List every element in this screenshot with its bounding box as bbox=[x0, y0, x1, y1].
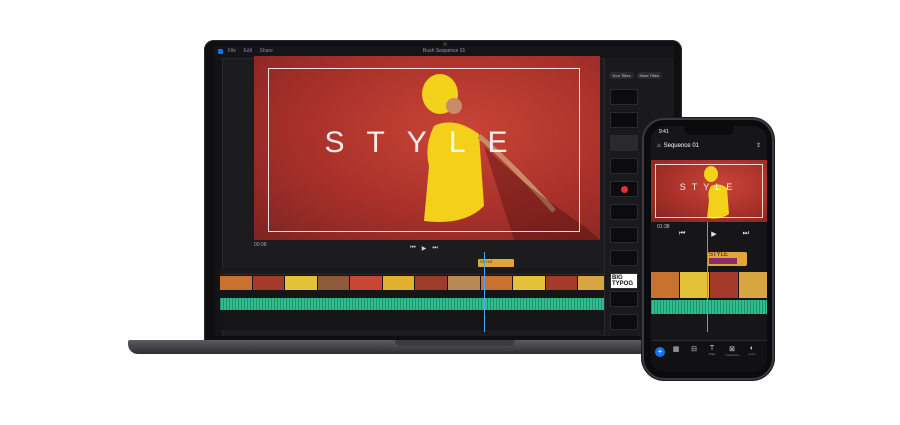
phone-audio-track[interactable] bbox=[651, 300, 767, 314]
video-preview[interactable]: STYLE bbox=[254, 56, 600, 240]
more-titles-button[interactable]: More Titles bbox=[636, 72, 663, 79]
phone-playhead[interactable] bbox=[707, 222, 708, 332]
title-thumbnail[interactable] bbox=[610, 112, 638, 128]
preview-title: STYLE bbox=[324, 126, 530, 159]
skip-forward-icon[interactable]: ⏭ bbox=[743, 230, 749, 238]
home-icon[interactable]: ⌂ bbox=[657, 143, 661, 149]
video-clip[interactable] bbox=[382, 276, 415, 290]
tool-split[interactable]: ⊟ bbox=[687, 345, 701, 353]
video-clip[interactable] bbox=[285, 276, 317, 290]
phone-title-clip[interactable]: STYLE bbox=[707, 252, 747, 266]
titles-icon: T bbox=[709, 345, 715, 352]
audio-waveform bbox=[651, 300, 767, 314]
video-clip[interactable] bbox=[252, 276, 285, 290]
video-clip[interactable] bbox=[513, 276, 545, 290]
video-clip[interactable] bbox=[738, 272, 767, 298]
split-icon: ⊟ bbox=[691, 346, 697, 353]
video-clip[interactable] bbox=[317, 276, 350, 290]
video-track[interactable] bbox=[220, 276, 610, 290]
video-clip[interactable] bbox=[651, 272, 680, 298]
share-icon[interactable]: ⇪ bbox=[756, 142, 761, 149]
tool-color-label: Color bbox=[748, 352, 756, 356]
phone-screen: 9:41 ⌂ Sequence 01 ⇪ STYLE 01:38 ⏮ ▶ ⏭ S… bbox=[651, 126, 767, 372]
audio-track[interactable] bbox=[220, 298, 610, 310]
title-thumbnail[interactable] bbox=[610, 89, 638, 105]
play-icon[interactable]: ▶ bbox=[711, 230, 716, 238]
your-titles-button[interactable]: Your Titles bbox=[609, 72, 634, 79]
laptop-trackpad-notch bbox=[395, 340, 515, 346]
video-clip[interactable] bbox=[415, 276, 448, 290]
title-thumbnail[interactable] bbox=[610, 204, 638, 220]
phone-notch bbox=[684, 126, 734, 135]
add-icon[interactable]: + bbox=[655, 347, 665, 357]
big-typo-thumbnail[interactable]: BIG TYPOG bbox=[610, 273, 638, 289]
title-thumbnail[interactable] bbox=[610, 135, 638, 151]
big-typo-text: BIG TYPOG bbox=[611, 274, 637, 288]
title-clip-body bbox=[709, 258, 737, 264]
title-thumbnail[interactable] bbox=[610, 181, 638, 197]
timeline[interactable]: STYLE bbox=[220, 252, 610, 332]
tool-transitions[interactable]: ⊠ Transitions bbox=[725, 345, 740, 357]
phone-timecode: 01:38 bbox=[657, 224, 670, 230]
sequence-title: Sequence 01 bbox=[663, 142, 699, 149]
title-clip-label: STYLE bbox=[480, 259, 493, 264]
video-clip[interactable] bbox=[709, 272, 738, 298]
tool-transitions-label: Transitions bbox=[725, 353, 740, 357]
tool-titles[interactable]: T Titles bbox=[705, 345, 719, 356]
phone-playback-controls: ⏮ ▶ ⏭ bbox=[679, 230, 749, 238]
audio-waveform bbox=[220, 298, 610, 310]
skip-forward-icon[interactable]: ⏭ bbox=[432, 245, 437, 252]
phone-preview-title: STYLE bbox=[679, 182, 739, 192]
tool-color[interactable]: ◐ Color bbox=[745, 345, 759, 356]
video-clip[interactable] bbox=[545, 276, 578, 290]
play-icon[interactable]: ▶ bbox=[422, 245, 427, 252]
timeline-ruler bbox=[220, 268, 610, 275]
video-clip[interactable] bbox=[680, 272, 709, 298]
phone-video-track[interactable] bbox=[651, 272, 767, 298]
phone-video-preview[interactable]: STYLE bbox=[651, 160, 767, 222]
video-clip[interactable] bbox=[350, 276, 382, 290]
video-clip[interactable] bbox=[448, 276, 480, 290]
skip-back-icon[interactable]: ⏮ bbox=[410, 245, 415, 252]
media-icon: ▦ bbox=[672, 346, 680, 353]
laptop-screen: File Edit Share Rush Sequence 01 STYLE 0… bbox=[214, 46, 674, 336]
title-thumbnail[interactable] bbox=[610, 158, 638, 174]
sequence-header: ⌂ Sequence 01 ⇪ bbox=[657, 142, 761, 150]
timecode-value: 00:08 bbox=[254, 242, 267, 248]
title-thumbnail[interactable] bbox=[610, 227, 638, 243]
video-clip[interactable] bbox=[220, 276, 252, 290]
title-thumbnail[interactable] bbox=[610, 250, 638, 266]
title-thumbnail[interactable] bbox=[610, 291, 638, 307]
tool-media[interactable]: ▦ bbox=[669, 345, 683, 353]
color-icon: ◐ bbox=[749, 345, 755, 352]
record-icon bbox=[621, 186, 628, 193]
window-title: Rush Sequence 01 bbox=[422, 48, 466, 54]
tool-titles-label: Titles bbox=[708, 352, 716, 356]
title-thumbnail[interactable] bbox=[610, 314, 638, 330]
video-clip[interactable] bbox=[480, 276, 513, 290]
phone-toolbar: + ▦ ⊟ T Titles ⊠ Transitions ◐ Color bbox=[651, 340, 767, 372]
skip-back-icon[interactable]: ⏮ bbox=[679, 230, 685, 238]
transitions-icon: ⊠ bbox=[729, 346, 735, 353]
playhead[interactable] bbox=[484, 252, 485, 332]
status-time: 9:41 bbox=[659, 129, 669, 135]
playback-controls: ⏮ ▶ ⏭ bbox=[384, 242, 464, 254]
